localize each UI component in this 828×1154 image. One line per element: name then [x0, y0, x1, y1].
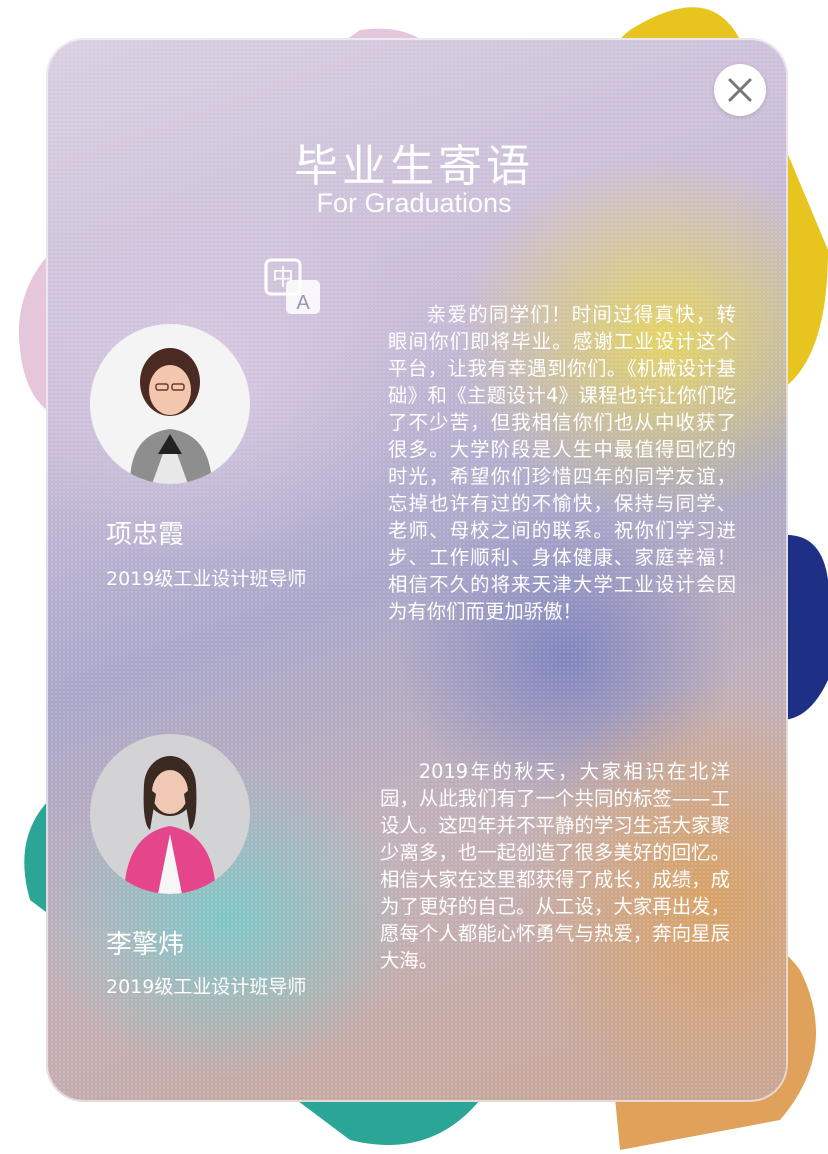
teacher-message-2: 2019年的秋天，大家相识在北洋园，从此我们有了一个共同的标签——工设人。这四年… [380, 760, 730, 972]
page-title: 毕业生寄语 [294, 141, 534, 192]
teacher-avatar-1 [90, 324, 250, 484]
translate-bottom-glyph: A [296, 292, 310, 314]
teacher-role-2: 2019级工业设计班导师 [106, 976, 307, 998]
teacher-role-1: 2019级工业设计班导师 [106, 568, 307, 590]
translate-top-glyph: 中 [272, 266, 294, 291]
translate-icon: 中 A [264, 258, 320, 314]
teacher-avatar-2 [90, 734, 250, 894]
close-icon [728, 78, 752, 102]
teacher-name-2: 李擎炜 [106, 930, 185, 960]
teacher-name-1: 项忠霞 [106, 520, 185, 550]
translate-button[interactable]: 中 A [264, 258, 322, 318]
teacher-message-1: 亲爱的同学们！时间过得真快，转眼间你们即将毕业。感谢工业设计这个平台，让我有幸遇… [388, 303, 736, 623]
page-subtitle: For Graduations [316, 188, 512, 218]
close-button[interactable] [714, 64, 766, 116]
